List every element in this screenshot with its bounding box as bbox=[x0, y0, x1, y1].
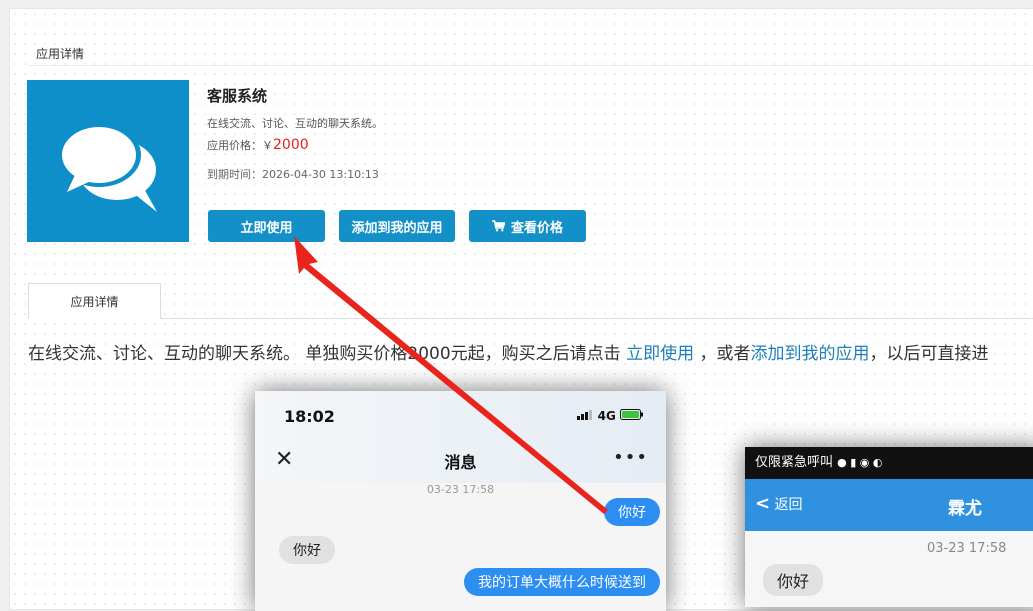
detail-text-3: ，以后可直接进 bbox=[869, 344, 989, 364]
message-bubble-received: 你好 bbox=[763, 564, 824, 596]
app-name: 客服系统 bbox=[207, 87, 268, 105]
message-timestamp: 03-23 17:58 bbox=[426, 483, 495, 496]
more-icon[interactable]: ••• bbox=[613, 447, 648, 468]
back-button[interactable]: < 返回 bbox=[755, 493, 803, 514]
divider bbox=[28, 65, 1033, 66]
price-label: 应用价格：￥ bbox=[207, 139, 273, 152]
status-bar: 仅限紧急呼叫 ● ▮ ◉ ◐ bbox=[745, 447, 1033, 479]
add-to-my-apps-link[interactable]: 添加到我的应用 bbox=[750, 344, 869, 364]
status-icons: ● ▮ ◉ ◐ bbox=[837, 456, 883, 469]
detail-text-2: ，或者 bbox=[694, 344, 751, 364]
chat-bubbles-icon bbox=[57, 123, 157, 212]
detail-text-1: 在线交流、讨论、互动的聊天系统。 单独购买价格2000元起，购买之后请点击 bbox=[28, 344, 627, 364]
status-bar: 4G bbox=[577, 409, 644, 423]
message-timestamp: 03-23 17:58 bbox=[927, 541, 1007, 556]
emergency-call-text: 仅限紧急呼叫 bbox=[755, 455, 834, 470]
add-to-my-apps-label: 添加到我的应用 bbox=[351, 220, 443, 236]
view-price-button[interactable]: 查看价格 bbox=[469, 210, 586, 242]
chat-navbar: < 返回 霖尤 bbox=[745, 479, 1033, 531]
breadcrumb: 应用详情 bbox=[36, 47, 85, 61]
signal-icon bbox=[577, 410, 593, 420]
use-now-link[interactable]: 立即使用 bbox=[626, 344, 694, 364]
tab-label: 应用详情 bbox=[70, 294, 119, 309]
price-value: 2000 bbox=[273, 137, 309, 153]
cart-icon bbox=[491, 220, 505, 232]
tab-app-detail[interactable]: 应用详情 bbox=[28, 283, 161, 319]
expire-time: 到期时间：2026-04-30 13:10:13 bbox=[207, 168, 379, 181]
message-bubble-received: 你好 bbox=[279, 536, 335, 564]
phone-screenshot-2: 仅限紧急呼叫 ● ▮ ◉ ◐ < 返回 霖尤 03-23 17:58 你好 bbox=[745, 447, 1033, 607]
network-type: 4G bbox=[597, 409, 616, 423]
view-price-label: 查看价格 bbox=[510, 220, 563, 236]
status-time: 18:02 bbox=[284, 407, 335, 426]
app-description: 在线交流、讨论、互动的聊天系统。 bbox=[207, 117, 383, 130]
message-bubble-sent: 我的订单大概什么时候送到 bbox=[464, 568, 660, 596]
phone-screenshot-1: 18:02 4G ✕ 消息 ••• 03-23 17:58 你好 你好 我的订单… bbox=[255, 391, 666, 611]
use-now-label: 立即使用 bbox=[240, 220, 293, 236]
add-to-my-apps-button[interactable]: 添加到我的应用 bbox=[339, 210, 455, 242]
battery-icon bbox=[620, 409, 643, 420]
chat-title: 霖尤 bbox=[948, 499, 982, 519]
chevron-left-icon: < bbox=[755, 493, 771, 514]
detail-description: 在线交流、讨论、互动的聊天系统。 单独购买价格2000元起，购买之后请点击 立即… bbox=[28, 339, 988, 364]
use-now-button[interactable]: 立即使用 bbox=[208, 210, 325, 242]
back-label: 返回 bbox=[774, 497, 803, 513]
chat-app-icon bbox=[27, 80, 189, 242]
app-price: 应用价格：￥2000 bbox=[207, 137, 309, 153]
message-bubble-sent: 你好 bbox=[604, 498, 660, 526]
tab-bar-line bbox=[28, 318, 1033, 319]
chat-title: 消息 bbox=[444, 453, 477, 472]
